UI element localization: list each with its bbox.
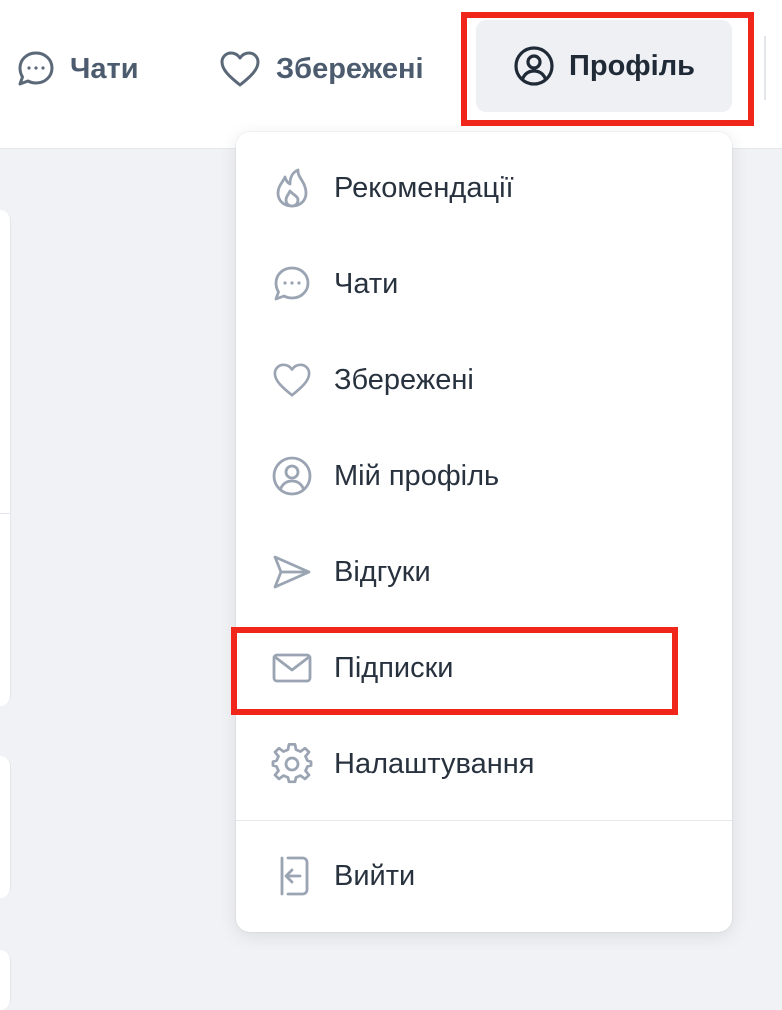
menu-item-subscriptions[interactable]: Підписки [270,638,454,698]
nav-saved-link[interactable]: Збережені [218,24,424,114]
menu-divider [236,820,732,821]
logout-icon [270,854,314,898]
chat-bubble-icon [270,262,314,306]
menu-item-reviews[interactable]: Відгуки [270,542,431,602]
heart-icon [218,49,262,89]
profile-dropdown-menu: Рекомендації Чати Збережені Мій профіль … [236,132,732,932]
menu-item-saved[interactable]: Збережені [270,350,474,410]
user-circle-icon [513,45,555,87]
menu-item-logout[interactable]: Вийти [270,846,415,906]
card-divider [0,513,10,514]
nav-saved-label: Збережені [276,52,424,85]
mail-icon [270,646,314,690]
menu-item-chats[interactable]: Чати [270,254,398,314]
menu-item-label: Чати [334,267,399,300]
menu-item-label: Налаштування [334,747,535,780]
heart-icon [270,358,314,402]
user-circle-icon [270,454,314,498]
flame-icon [270,166,314,210]
menu-item-label: Вийти [334,859,416,892]
background-card [0,756,11,898]
nav-profile-label: Профіль [569,49,695,82]
nav-profile-button[interactable]: Профіль [476,20,732,112]
top-navigation: Чати Збережені Профіль [0,0,782,149]
menu-item-settings[interactable]: Налаштування [270,734,534,794]
menu-item-label: Рекомендації [334,171,514,204]
send-icon [270,550,314,594]
background-card [0,210,11,706]
menu-item-my-profile[interactable]: Мій профіль [270,446,499,506]
nav-chats-link[interactable]: Чати [16,24,139,114]
chat-bubble-icon [16,49,56,89]
menu-item-label: Мій профіль [334,459,500,492]
gear-icon [270,742,314,786]
menu-item-label: Збережені [334,363,474,396]
menu-item-recommendations[interactable]: Рекомендації [270,158,514,218]
menu-item-label: Підписки [334,651,454,684]
nav-chats-label: Чати [70,52,139,85]
background-card [0,950,11,1010]
nav-edge-divider [764,36,766,100]
menu-item-label: Відгуки [334,555,431,588]
